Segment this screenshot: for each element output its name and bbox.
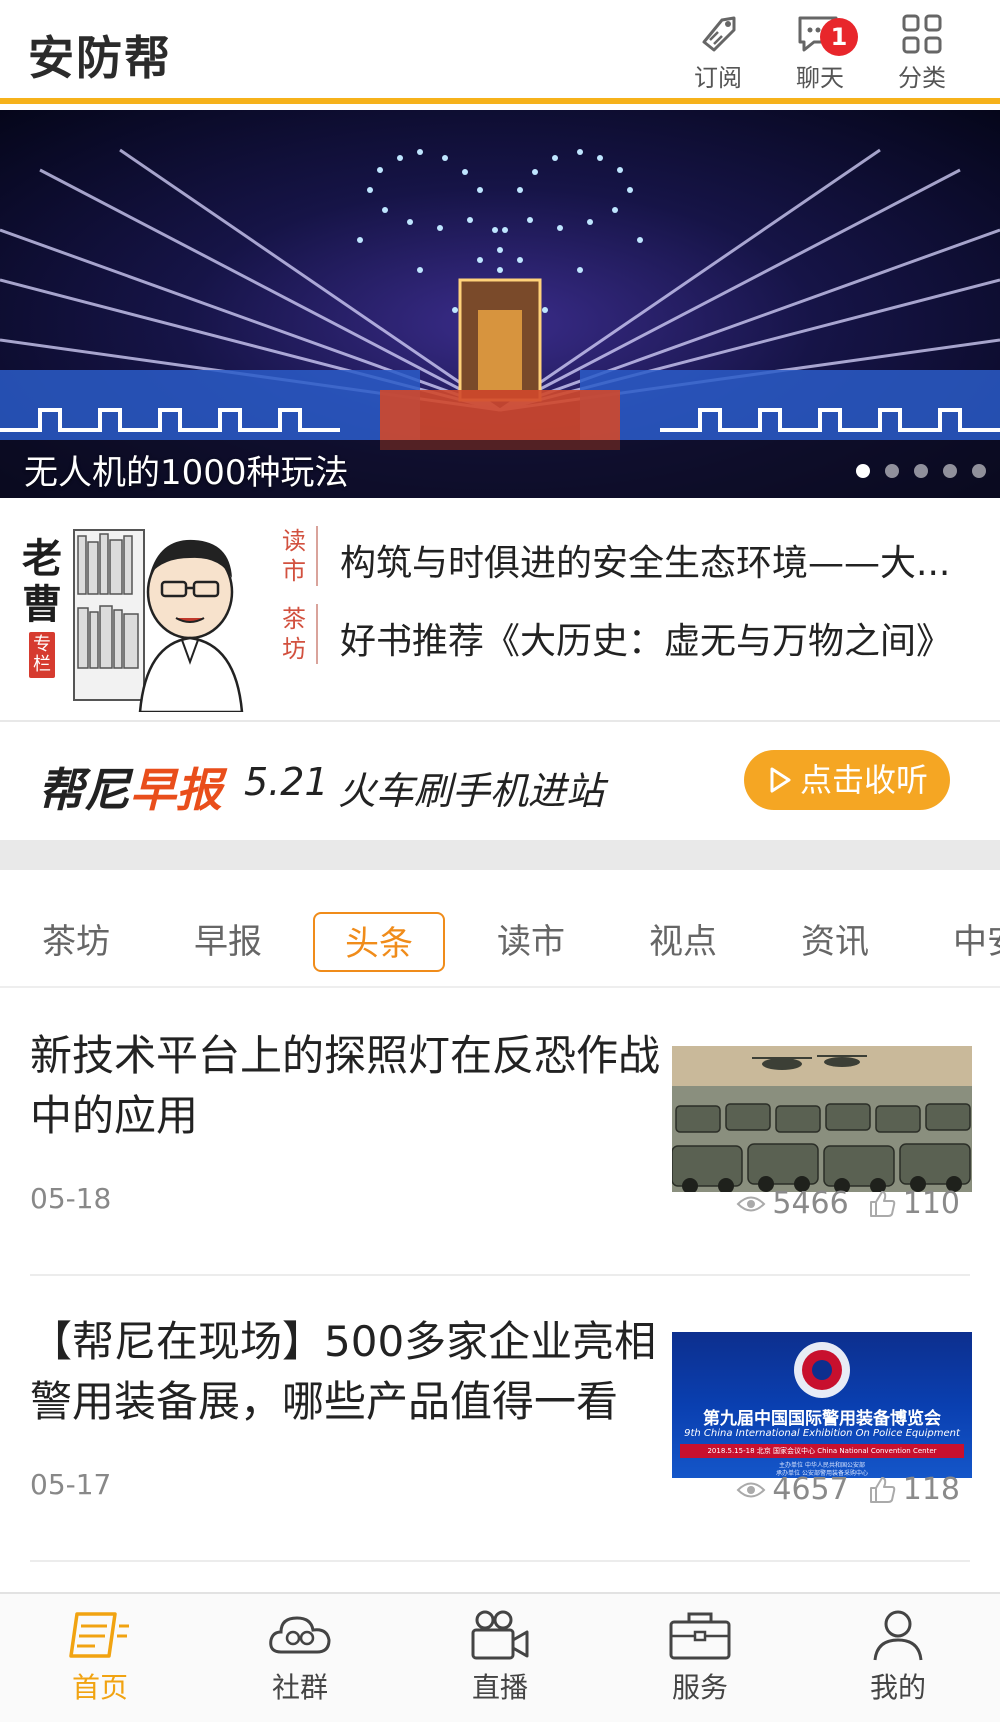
thumbs-up-icon[interactable] [867, 1189, 897, 1219]
carousel-dot[interactable] [943, 464, 957, 478]
top-header: 安防帮 订阅 聊天 1 分类 [0, 0, 1000, 104]
bottom-navigation: 首页 社群 直播 服务 我的 [0, 1592, 1000, 1722]
tab-chafang[interactable]: 茶坊 [42, 912, 110, 972]
carousel-dot[interactable] [856, 464, 870, 478]
news-title[interactable]: 新技术平台上的探照灯在反恐作战中的应用 [30, 1026, 660, 1146]
briefcase-icon [669, 1612, 731, 1660]
eye-icon [736, 1482, 766, 1497]
column-category-char: 读 [282, 527, 306, 555]
carousel-dot[interactable] [885, 464, 899, 478]
tab-dushi[interactable]: 读市 [497, 912, 565, 972]
grid-icon [902, 14, 942, 54]
category-tabs: 茶坊 早报 头条 读市 视点 资讯 中安 [0, 870, 1000, 988]
expo-subtitle: 9th China International Exhibition On Po… [684, 1428, 960, 1439]
listen-button[interactable]: 点击收听 [744, 750, 950, 810]
subscribe-tag-icon [702, 16, 736, 52]
nav-community[interactable]: 社群 [240, 1608, 360, 1706]
thumbs-up-icon[interactable] [867, 1475, 897, 1505]
news-date: 05-18 [30, 1182, 112, 1215]
column-category-char: 坊 [282, 635, 306, 663]
chat-unread-badge: 1 [820, 18, 858, 56]
brand-highlight: 早报 [130, 763, 222, 817]
column-category-char: 市 [282, 557, 306, 585]
carousel-indicator [856, 464, 986, 478]
morning-report-date: 5.21 [244, 760, 329, 804]
nav-home[interactable]: 首页 [40, 1608, 160, 1706]
morning-report-brand: 帮尼早报 [38, 754, 222, 820]
nav-label: 直播 [471, 1671, 528, 1704]
like-count: 110 [902, 1186, 960, 1221]
banner-carousel[interactable]: 无人机的1000种玩法 [0, 110, 1000, 498]
tab-zixun[interactable]: 资讯 [801, 912, 869, 972]
tab-zaobao[interactable]: 早报 [194, 912, 262, 972]
expo-date-venue: 2018.5.15-18 北京 国家会议中心 China National Co… [680, 1444, 964, 1458]
divider [30, 1560, 970, 1562]
column-tag: 专 栏 [29, 632, 55, 678]
column-category: 读 市 [278, 526, 318, 586]
nav-live[interactable]: 直播 [440, 1608, 560, 1706]
user-profile-icon [873, 1610, 923, 1661]
tab-shidian[interactable]: 视点 [649, 912, 717, 972]
category-button[interactable]: 分类 [882, 10, 962, 92]
app-title: 安防帮 [28, 31, 172, 85]
expo-title: 第九届中国国际警用装备博览会 [703, 1409, 941, 1429]
column-article-title[interactable]: 好书推荐《大历史：虚无与万物之间》 [340, 612, 980, 664]
news-list-item[interactable]: 【帮尼在现场】500多家企业亮相警用装备展，哪些产品值得一看 第九届中国国际警用… [0, 1276, 1000, 1562]
nav-label: 首页 [71, 1671, 128, 1704]
brand-prefix: 帮尼 [38, 763, 130, 817]
column-article-title[interactable]: 构筑与时俱进的安全生态环境——大... [340, 534, 980, 586]
subscribe-label: 订阅 [694, 64, 742, 92]
nav-service[interactable]: 服务 [640, 1608, 760, 1706]
carousel-dot[interactable] [914, 464, 928, 478]
like-count: 118 [902, 1472, 960, 1507]
column-tag-char: 专 [33, 634, 51, 655]
author-caricature-image [73, 529, 244, 712]
column-title-char: 老 [22, 536, 62, 582]
nav-profile[interactable]: 我的 [838, 1608, 958, 1706]
column-article-row[interactable]: 读 市 构筑与时俱进的安全生态环境——大... [278, 526, 978, 594]
community-cloud-icon [269, 1616, 331, 1654]
column-category: 茶 坊 [278, 604, 318, 664]
section-divider [0, 840, 1000, 870]
nav-label: 服务 [671, 1671, 728, 1704]
home-news-icon [69, 1612, 129, 1658]
column-tag-char: 栏 [33, 654, 51, 675]
nav-label: 社群 [271, 1671, 328, 1704]
drone-show-image [0, 148, 1000, 498]
column-category-char: 茶 [282, 605, 306, 633]
news-stats: 5466 110 [736, 1186, 960, 1221]
view-count: 4657 [772, 1472, 849, 1507]
column-title: 老 曹 专 栏 [22, 536, 62, 678]
chat-label: 聊天 [796, 64, 844, 92]
news-list-item[interactable]: 新技术平台上的探照灯在反恐作战中的应用 05-18 5466 110 [0, 990, 1000, 1276]
news-thumbnail[interactable] [672, 1046, 972, 1192]
news-thumbnail[interactable]: 第九届中国国际警用装备博览会 9th China International E… [672, 1332, 972, 1478]
nav-label: 我的 [869, 1671, 926, 1704]
video-camera-icon [471, 1610, 529, 1660]
category-label: 分类 [898, 64, 946, 92]
column-title-char: 曹 [22, 582, 62, 628]
tab-zhongan[interactable]: 中安 [953, 912, 1000, 972]
morning-report-bar: 帮尼早报 5.21 火车刷手机进站 点击收听 [0, 724, 1000, 840]
listen-label: 点击收听 [800, 761, 929, 799]
chat-button[interactable]: 聊天 1 [780, 10, 860, 92]
author-column-section[interactable]: 老 曹 专 栏 读 市 构筑与时俱进的安全生态环境——大... 茶 坊 好书推荐… [0, 500, 1000, 722]
view-count: 5466 [772, 1186, 849, 1221]
morning-report-headline: 火车刷手机进站 [338, 769, 605, 813]
column-article-row[interactable]: 茶 坊 好书推荐《大历史：虚无与万物之间》 [278, 604, 978, 672]
news-date: 05-17 [30, 1468, 112, 1501]
banner-caption: 无人机的1000种玩法 [24, 453, 349, 493]
eye-icon [736, 1196, 766, 1211]
tab-toutiao[interactable]: 头条 [313, 912, 445, 972]
news-stats: 4657 118 [736, 1472, 960, 1507]
news-title[interactable]: 【帮尼在现场】500多家企业亮相警用装备展，哪些产品值得一看 [30, 1312, 660, 1432]
play-icon [770, 767, 791, 793]
carousel-dot[interactable] [972, 464, 986, 478]
subscribe-button[interactable]: 订阅 [678, 10, 758, 92]
